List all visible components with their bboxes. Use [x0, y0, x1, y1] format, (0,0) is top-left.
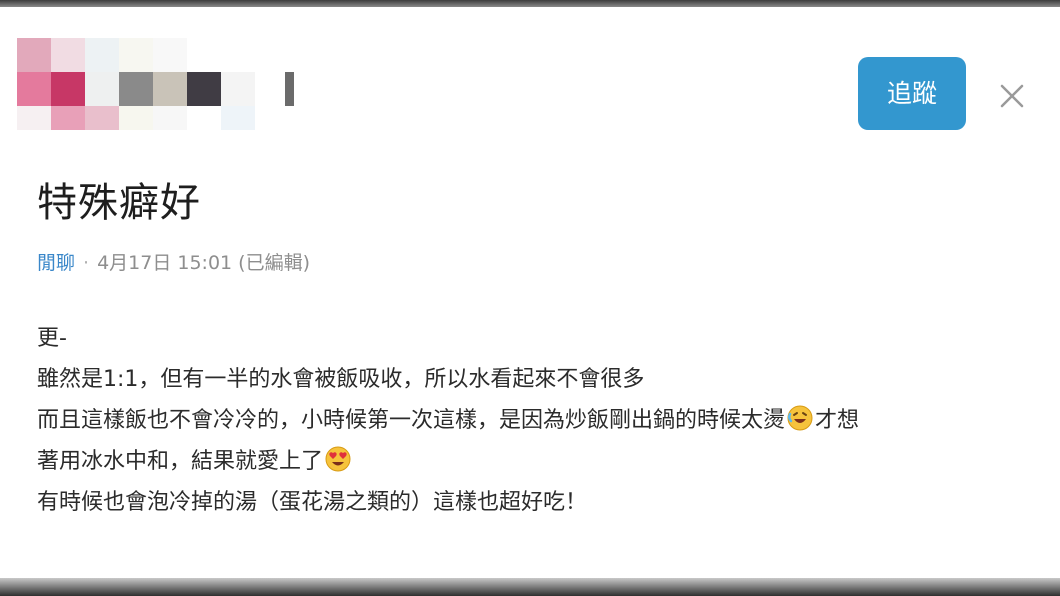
close-icon[interactable]	[994, 78, 1030, 114]
body-line: 更-	[37, 326, 67, 351]
bottom-frame-bar	[0, 578, 1060, 596]
pixelated-avatar	[17, 38, 301, 130]
follow-button[interactable]: 追蹤	[858, 57, 966, 130]
laughing-emoji-icon	[786, 404, 814, 432]
body-line: 有時候也會泡冷掉的湯（蛋花湯之類的）這樣也超好吃！	[37, 490, 588, 515]
meta-separator: ·	[83, 252, 90, 274]
forum-link[interactable]: 閒聊	[37, 252, 75, 274]
post-timestamp: 4月17日 15:01 (已編輯)	[97, 252, 310, 274]
top-frame-bar	[0, 0, 1060, 7]
post-meta: 閒聊 · 4月17日 15:01 (已編輯)	[37, 248, 310, 275]
post-body: 更- 雖然是1:1，但有一半的水會被飯吸收，所以水看起來不會很多 而且這樣飯也不…	[37, 318, 1047, 523]
body-line: 而且這樣飯也不會冷冷的，小時候第一次這樣，是因為炒飯剛出鍋的時候太燙 才想	[37, 400, 1047, 441]
post-title: 特殊癖好	[37, 180, 201, 226]
body-line: 著用冰水中和，結果就愛上了	[37, 441, 1047, 482]
heart-eyes-emoji-icon	[324, 445, 352, 473]
body-line: 雖然是1:1，但有一半的水會被飯吸收，所以水看起來不會很多	[37, 367, 645, 392]
